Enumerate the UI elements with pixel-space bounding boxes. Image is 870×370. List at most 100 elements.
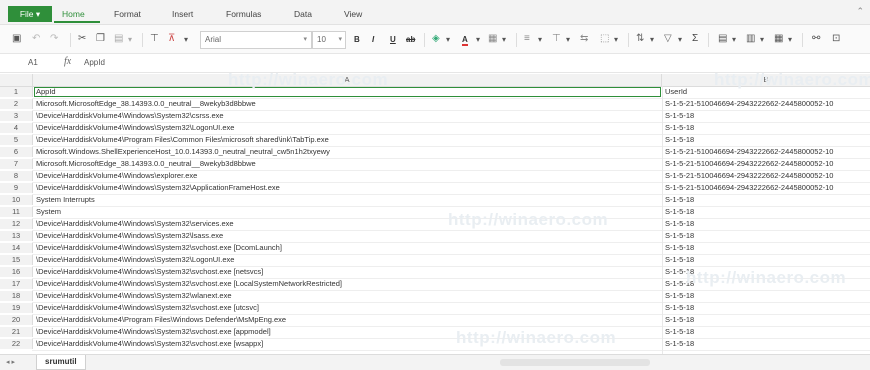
cell-appid[interactable]: \Device\HarddiskVolume4\Windows\System32… bbox=[36, 339, 658, 349]
cell-userid[interactable]: S-1-5-18 bbox=[665, 315, 870, 325]
column-header-b[interactable]: B bbox=[662, 74, 870, 87]
row-header[interactable]: 22 bbox=[0, 339, 33, 349]
cell-appid[interactable]: \Device\HarddiskVolume4\Windows\System32… bbox=[36, 327, 658, 337]
cell-appid[interactable]: \Device\HarddiskVolume4\Windows\System32… bbox=[36, 111, 658, 121]
cell-userid[interactable]: S-1-5-18 bbox=[665, 123, 870, 133]
tab-formulas[interactable]: Formulas bbox=[226, 9, 261, 19]
tab-format[interactable]: Format bbox=[114, 9, 141, 19]
insert-column-icon[interactable]: ▥ bbox=[746, 33, 755, 44]
cell-appid[interactable]: \Device\HarddiskVolume4\Windows\System32… bbox=[36, 267, 658, 277]
tab-view[interactable]: View bbox=[344, 9, 362, 19]
row-header[interactable]: 12 bbox=[0, 219, 33, 229]
formula-content[interactable]: AppId bbox=[84, 58, 105, 67]
insert-row-icon[interactable]: ▤ bbox=[718, 33, 727, 44]
cell-appid[interactable]: \Device\HarddiskVolume4\Program Files\Co… bbox=[36, 135, 658, 145]
font-size-select[interactable]: 10 ▾ bbox=[312, 31, 346, 49]
cell-format-icon[interactable]: ▦ bbox=[774, 33, 783, 44]
row-header[interactable]: 15 bbox=[0, 255, 33, 265]
cell-appid[interactable]: Microsoft.Windows.ShellExperienceHost_10… bbox=[36, 147, 658, 157]
freeze-panes-icon[interactable]: ⊡ bbox=[832, 33, 840, 44]
function-icon[interactable]: fx bbox=[64, 56, 71, 67]
fill-dropdown-icon[interactable]: ▾ bbox=[446, 35, 450, 44]
cell-appid[interactable]: System bbox=[36, 207, 658, 217]
autosum-button[interactable]: Σ bbox=[692, 33, 698, 44]
cell-userid[interactable]: S-1-5-21-510046694-2943222662-2445800052… bbox=[665, 147, 870, 157]
filter-dropdown-icon[interactable]: ▾ bbox=[678, 35, 682, 44]
cell-appid[interactable]: Microsoft.MicrosoftEdge_38.14393.0.0_neu… bbox=[36, 159, 658, 169]
align-v-dropdown-icon[interactable]: ▾ bbox=[566, 35, 570, 44]
tab-data[interactable]: Data bbox=[294, 9, 312, 19]
file-menu-button[interactable]: File ▾ bbox=[8, 6, 52, 22]
cell-userid[interactable]: S-1-5-18 bbox=[665, 135, 870, 145]
align-vertical-icon[interactable]: ⊤ bbox=[552, 33, 561, 44]
cell-appid[interactable]: \Device\HarddiskVolume4\Windows\System32… bbox=[36, 291, 658, 301]
font-name-select[interactable]: Arial ▾ bbox=[200, 31, 312, 49]
row-header[interactable]: 16 bbox=[0, 267, 33, 277]
row-header[interactable]: 2 bbox=[0, 99, 33, 109]
cell-userid[interactable]: S-1-5-18 bbox=[665, 303, 870, 313]
cell-appid[interactable]: \Device\HarddiskVolume4\Program Files\Wi… bbox=[36, 315, 658, 325]
clear-format-icon[interactable]: ⊼ bbox=[168, 33, 175, 44]
collapse-ribbon-icon[interactable]: ⌃ bbox=[856, 6, 864, 17]
insert-column-dropdown-icon[interactable]: ▾ bbox=[760, 35, 764, 44]
paste-icon[interactable]: ▤ bbox=[114, 33, 123, 44]
sort-dropdown-icon[interactable]: ▾ bbox=[650, 35, 654, 44]
cell-userid[interactable]: S-1-5-18 bbox=[665, 111, 870, 121]
cell-appid[interactable]: Microsoft.MicrosoftEdge_38.14393.0.0_neu… bbox=[36, 99, 658, 109]
cell-userid[interactable]: UserId bbox=[665, 87, 870, 97]
cell-userid[interactable]: S-1-5-21-510046694-2943222662-2445800052… bbox=[665, 159, 870, 169]
cell-userid[interactable]: S-1-5-18 bbox=[665, 231, 870, 241]
merge-cells-icon[interactable]: ⬚ bbox=[600, 33, 609, 44]
row-header[interactable]: 17 bbox=[0, 279, 33, 289]
row-header[interactable]: 18 bbox=[0, 291, 33, 301]
cell-userid[interactable]: S-1-5-18 bbox=[665, 291, 870, 301]
row-header[interactable]: 1 bbox=[0, 87, 33, 97]
horizontal-scrollbar[interactable] bbox=[500, 359, 650, 366]
font-color-button[interactable]: A bbox=[462, 35, 468, 46]
row-header[interactable]: 3 bbox=[0, 111, 33, 121]
row-header[interactable]: 13 bbox=[0, 231, 33, 241]
cell-appid[interactable]: \Device\HarddiskVolume4\Windows\System32… bbox=[36, 123, 658, 133]
format-painter-icon[interactable]: ⊤ bbox=[150, 33, 159, 44]
copy-icon[interactable]: ❐ bbox=[96, 33, 105, 44]
cell-userid[interactable]: S-1-5-18 bbox=[665, 267, 870, 277]
cell-userid[interactable]: S-1-5-18 bbox=[665, 207, 870, 217]
cell-appid[interactable]: \Device\HarddiskVolume4\Windows\System32… bbox=[36, 303, 658, 313]
row-header[interactable]: 8 bbox=[0, 171, 33, 181]
save-icon[interactable]: ▣ bbox=[12, 33, 21, 44]
row-header[interactable]: 4 bbox=[0, 123, 33, 133]
cell-appid[interactable]: \Device\HarddiskVolume4\Windows\System32… bbox=[36, 279, 658, 289]
row-header[interactable]: 20 bbox=[0, 315, 33, 325]
merge-dropdown-icon[interactable]: ▾ bbox=[614, 35, 618, 44]
cell-appid[interactable]: \Device\HarddiskVolume4\Windows\System32… bbox=[36, 219, 658, 229]
column-header-a[interactable]: A bbox=[33, 74, 662, 87]
row-header[interactable]: 11 bbox=[0, 207, 33, 217]
italic-button[interactable]: I bbox=[372, 35, 374, 44]
cell-format-dropdown-icon[interactable]: ▾ bbox=[788, 35, 792, 44]
align-h-dropdown-icon[interactable]: ▾ bbox=[538, 35, 542, 44]
filter-icon[interactable]: ▽ bbox=[664, 33, 672, 44]
row-header[interactable]: 14 bbox=[0, 243, 33, 253]
row-header[interactable]: 19 bbox=[0, 303, 33, 313]
cell-userid[interactable]: S-1-5-18 bbox=[665, 327, 870, 337]
strikethrough-button[interactable]: ab bbox=[406, 35, 415, 44]
cell-userid[interactable]: S-1-5-21-510046694-2943222662-2445800052… bbox=[665, 171, 870, 181]
cut-icon[interactable]: ✂ bbox=[78, 33, 86, 44]
cell-userid[interactable]: S-1-5-18 bbox=[665, 339, 870, 349]
wrap-text-icon[interactable]: ⇆ bbox=[580, 33, 588, 44]
cell-reference[interactable]: A1 bbox=[28, 58, 38, 67]
insert-row-dropdown-icon[interactable]: ▾ bbox=[732, 35, 736, 44]
cell-userid[interactable]: S-1-5-18 bbox=[665, 219, 870, 229]
cell-userid[interactable]: S-1-5-21-510046694-2943222662-2445800052… bbox=[665, 183, 870, 193]
cell-appid[interactable]: \Device\HarddiskVolume4\Windows\explorer… bbox=[36, 171, 658, 181]
cell-appid[interactable]: \Device\HarddiskVolume4\Windows\System32… bbox=[36, 183, 658, 193]
select-all-corner[interactable] bbox=[0, 74, 33, 87]
cell-userid[interactable]: S-1-5-21-510046694-2943222662-2445800052… bbox=[665, 99, 870, 109]
sheet-tab-srumutil[interactable]: srumutil bbox=[36, 355, 86, 370]
cell-userid[interactable]: S-1-5-18 bbox=[665, 195, 870, 205]
redo-icon[interactable]: ↷ bbox=[50, 33, 58, 44]
paste-dropdown-icon[interactable]: ▾ bbox=[128, 35, 132, 44]
sheet-nav-arrows-icon[interactable]: ◂ ▸ bbox=[6, 358, 15, 366]
borders-icon[interactable]: ▦ bbox=[488, 33, 497, 44]
find-replace-icon[interactable]: ⚯ bbox=[812, 33, 820, 44]
